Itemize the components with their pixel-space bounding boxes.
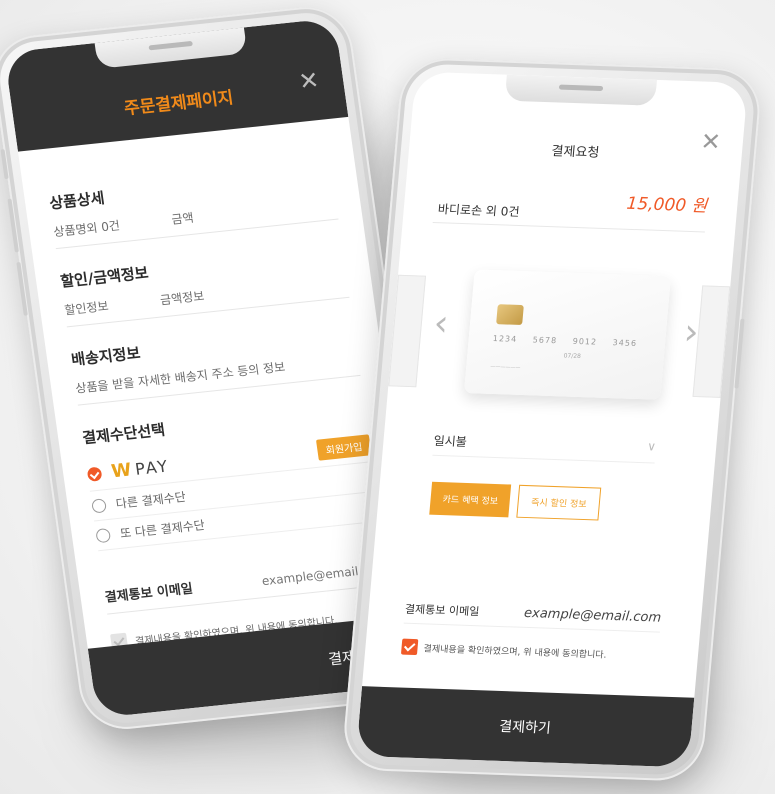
- payment-card[interactable]: 1234 5678 9012 3456 07/28 ——————: [463, 269, 671, 400]
- card-chip-icon: [496, 304, 524, 326]
- agreement-checkbox[interactable]: [400, 638, 419, 656]
- speaker: [558, 84, 604, 92]
- chevron-left-icon[interactable]: ‹: [432, 303, 450, 344]
- installment-value: 일시불: [433, 433, 468, 449]
- wpay-logo: W PAY: [110, 455, 171, 482]
- wpay-mark: W: [109, 459, 133, 483]
- instant-discount-button[interactable]: 즉시 할인 정보: [516, 484, 602, 521]
- notch: [504, 74, 657, 106]
- payment-options: W PAY 회원가입 다른 결제수단 또 다른 결제수단: [85, 428, 381, 552]
- volume-down-button: [16, 261, 28, 316]
- installment-select[interactable]: 일시불 ∨: [432, 431, 657, 464]
- email-label: 결제통보 이메일: [404, 602, 480, 619]
- order-body: 상품상세 상품명외 0건 금액 할인/금액정보 할인정보 금액정보 배송지정보 …: [45, 145, 394, 651]
- radio-selected-icon[interactable]: [86, 466, 103, 482]
- card-expiry: 07/28: [563, 352, 582, 361]
- card-carousel[interactable]: ‹ 1234 5678 9012 3456 07/28 —————— ›: [387, 261, 731, 412]
- volume-up-button: [7, 198, 19, 253]
- card-info-buttons: 카드 혜택 정보 즉시 할인 정보: [429, 481, 602, 521]
- card-number: 1234 5678 9012 3456: [492, 334, 638, 349]
- speaker: [148, 40, 193, 51]
- join-member-button[interactable]: 회원가입: [316, 434, 372, 461]
- payment-option-label: 다른 결제수단: [114, 489, 187, 512]
- right-screen: 결제요청 ✕ 15,000 원 바디로손 외 0건 ‹ 1234 5678 90…: [355, 71, 749, 768]
- mute-switch: [0, 149, 9, 180]
- payment-option-label: 또 다른 결제수단: [119, 518, 206, 541]
- product-label: 상품명외 0건: [52, 218, 121, 240]
- product-amount: 금액: [170, 210, 195, 227]
- radio-icon[interactable]: [95, 527, 112, 543]
- order-price: 15,000 원: [625, 193, 709, 217]
- close-icon[interactable]: ✕: [297, 66, 321, 96]
- page-title: 결제요청: [550, 144, 600, 161]
- card-holder-line: ——————: [490, 363, 521, 371]
- wpay-label: PAY: [133, 456, 171, 479]
- email-row: 결제통보 이메일 example@email.com: [103, 557, 390, 615]
- prev-card-preview[interactable]: [388, 274, 427, 388]
- right-phone: 결제요청 ✕ 15,000 원 바디로손 외 0건 ‹ 1234 5678 90…: [340, 57, 764, 782]
- chevron-down-icon: ∨: [646, 439, 657, 454]
- discount-amount: 금액정보: [159, 288, 206, 308]
- email-field[interactable]: example@email.com: [523, 606, 661, 626]
- radio-icon[interactable]: [91, 497, 107, 514]
- discount-label: 할인정보: [63, 299, 110, 318]
- divider: [432, 221, 705, 233]
- page-title: 주문결제페이지: [122, 87, 235, 120]
- power-button: [734, 318, 745, 389]
- pay-button-label: 결제하기: [498, 718, 552, 737]
- next-card-preview[interactable]: [692, 285, 731, 398]
- email-row: 결제통보 이메일 example@email.com: [403, 600, 662, 633]
- email-label: 결제통보 이메일: [103, 581, 194, 606]
- close-icon[interactable]: ✕: [699, 127, 722, 156]
- card-benefit-button[interactable]: 카드 혜택 정보: [429, 481, 512, 518]
- product-name: 바디로손 외 0건: [437, 202, 521, 219]
- pay-button[interactable]: 결제하기: [355, 686, 695, 768]
- agreement-text: 결제내용을 확인하였으며, 위 내용에 동의합니다.: [423, 643, 607, 661]
- agreement-row[interactable]: 결제내용을 확인하였으며, 위 내용에 동의합니다.: [400, 638, 607, 662]
